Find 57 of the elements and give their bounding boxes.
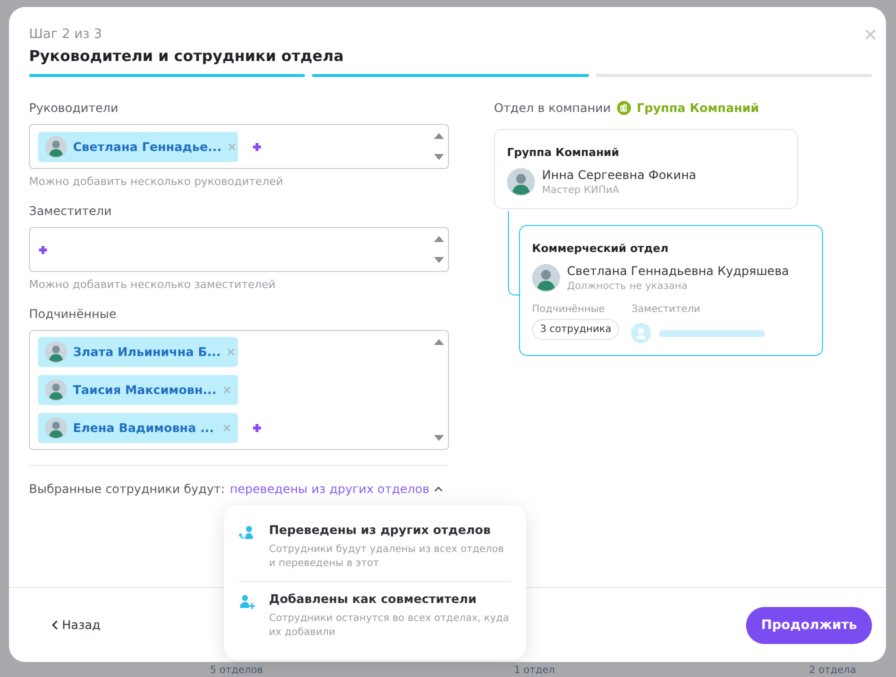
chevron-left-icon — [51, 620, 58, 630]
company-icon — [616, 101, 631, 115]
scroll-down-icon[interactable] — [434, 435, 444, 441]
chevron-icon[interactable] — [434, 486, 444, 492]
avatar-icon — [45, 417, 67, 439]
department-card[interactable]: Коммерческий отдел Светлана Геннадьевна Кудряшева Должность не указана Подчинённые 3 сотрудника Заместители — [519, 225, 823, 356]
employee-chip[interactable]: Таисия Максимовн... — [38, 375, 238, 405]
avatar-icon — [532, 264, 560, 292]
field-label: Подчинённые — [29, 307, 118, 321]
avatar-icon — [45, 136, 67, 158]
field-label: Заместители — [29, 204, 113, 218]
department-name: Группа Компаний — [507, 146, 620, 159]
company-name: Группа Компаний — [636, 101, 760, 115]
add-icon[interactable] — [38, 244, 48, 254]
continue-button[interactable]: Продолжить — [746, 606, 872, 644]
menu-option[interactable]: Переведены из других отделов Сотрудники будут удалены из всех отделов и переведены в этот — [239, 513, 511, 581]
person-name: Инна Сергеевна Фокина — [542, 168, 696, 182]
person-add-icon — [239, 594, 255, 610]
add-icon[interactable] — [252, 142, 262, 152]
subordinates-count: 3 сотрудника — [532, 319, 620, 340]
department-name: Коммерческий отдел — [532, 242, 670, 255]
field-hint: Можно добавить несколько руководителей — [29, 175, 284, 188]
scroll-up-icon[interactable] — [434, 236, 444, 242]
stat-label: Подчинённые — [532, 304, 606, 315]
avatar-icon — [45, 379, 67, 401]
avatar-icon — [507, 168, 535, 196]
scroll-down-icon[interactable] — [434, 257, 444, 263]
person-position: Мастер КИПиА — [542, 185, 620, 196]
employee-chip[interactable]: Светлана Геннадье... — [38, 132, 238, 162]
department-card[interactable]: Группа Компаний Инна Сергеевна Фокина Мастер КИПиА — [494, 129, 798, 209]
avatar-icon — [45, 341, 67, 363]
department-count: 1 отдел — [514, 665, 555, 677]
field-hint: Можно добавить несколько заместителей — [29, 278, 277, 291]
employee-picker[interactable]: Злата Ильинична Б... Таисия Максимовн... Елена Вадимовна ... — [29, 330, 449, 450]
stat-label: Заместители — [631, 304, 702, 315]
menu-option[interactable]: Добавлены как совместители Сотрудники останутся во всех отделах, куда их добавили — [239, 581, 511, 650]
employee-chip[interactable]: Злата Ильинична Б... — [38, 337, 238, 367]
dialog-title: Руководители и сотрудники отдела — [29, 47, 345, 65]
section-label: Отдел в компании — [494, 101, 611, 115]
scroll-up-icon[interactable] — [434, 339, 444, 345]
user-placeholder-icon — [631, 323, 652, 343]
add-icon[interactable] — [252, 423, 262, 433]
person-position: Должность не указана — [567, 281, 688, 292]
scroll-down-icon[interactable] — [434, 154, 444, 160]
employee-chip[interactable]: Елена Вадимовна ... — [38, 413, 238, 443]
mode-label: Выбранные сотрудники будут: — [29, 482, 225, 496]
field-label: Руководители — [29, 101, 120, 115]
department-count: 5 отделов — [210, 665, 263, 677]
step-counter: Шаг 2 из 3 — [29, 27, 102, 42]
person-name: Светлана Геннадьевна Кудряшева — [567, 264, 789, 278]
department-count: 2 отдела — [809, 665, 856, 677]
back-button[interactable]: Назад — [47, 614, 104, 636]
employee-picker[interactable]: Светлана Геннадье... — [29, 124, 449, 169]
scroll-up-icon[interactable] — [434, 133, 444, 139]
person-swap-icon — [239, 525, 255, 541]
mode-link[interactable]: переведены из других отделов — [230, 482, 430, 496]
close-button[interactable] — [865, 29, 876, 40]
